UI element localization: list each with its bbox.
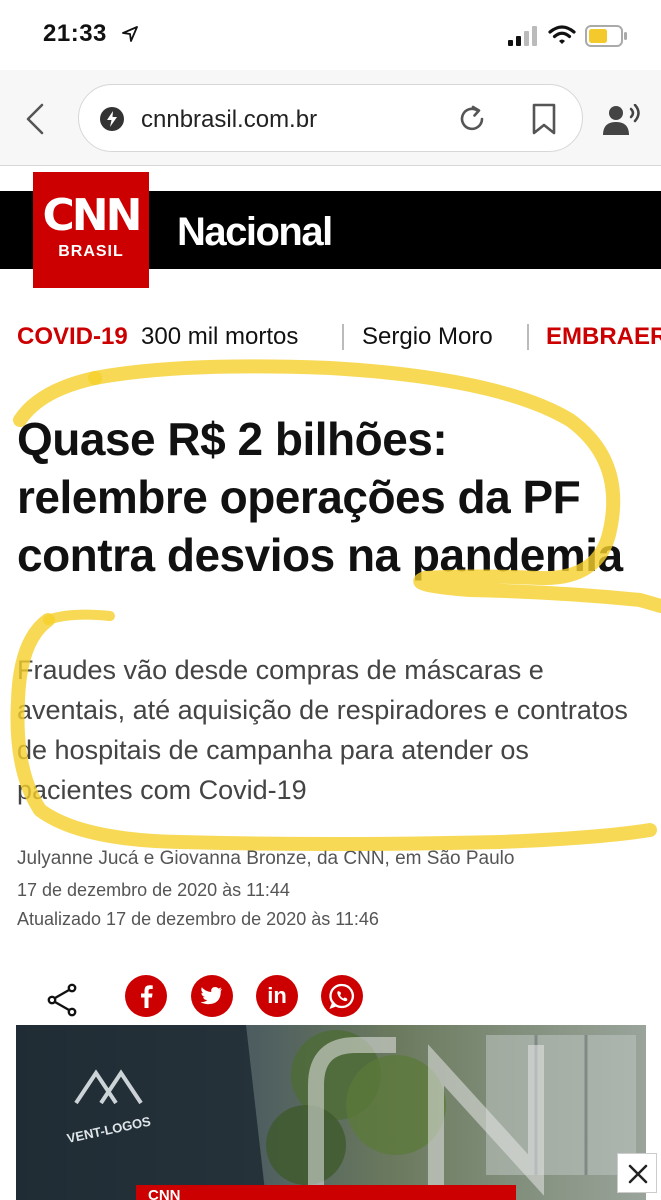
topic-covid[interactable]: COVID-19 [17, 323, 128, 351]
article-headline: Quase R$ 2 bilhões: relembre operações d… [17, 413, 623, 581]
twitter-icon[interactable] [191, 975, 233, 1017]
topic-embraer[interactable]: EMBRAER [546, 323, 661, 351]
logo-subtext: BRASIL [58, 243, 124, 260]
battery-icon [585, 25, 627, 47]
published-date: 17 de dezembro de 2020 às 11:44 [17, 880, 290, 900]
url-text: cnnbrasil.com.br [141, 106, 318, 133]
article-image[interactable]: VENT-LOGOS CNN [16, 1025, 646, 1200]
wifi-icon [548, 25, 576, 44]
article-byline: Julyanne Jucá e Giovanna Bronze, da CNN,… [17, 848, 515, 869]
article-photo: VENT-LOGOS CNN [16, 1025, 646, 1200]
signal-icon [508, 26, 537, 46]
facebook-glyph [141, 985, 153, 1008]
close-ad-button[interactable] [617, 1153, 657, 1193]
topic-divider [527, 324, 529, 350]
close-icon [628, 1164, 648, 1184]
status-bar: 21:33 [0, 0, 661, 70]
facebook-icon[interactable] [125, 975, 167, 1017]
article-subtitle: Fraudes vão desde compras de máscaras e … [17, 655, 628, 805]
back-icon[interactable] [22, 102, 50, 136]
voice-icon[interactable] [602, 104, 642, 136]
topic-nav: COVID-19 300 mil mortos Sergio Moro EMBR… [0, 318, 661, 358]
logo-text: CNN [42, 190, 143, 241]
status-time: 21:33 [43, 20, 107, 47]
browser-toolbar: cnnbrasil.com.br [0, 70, 661, 166]
banner-text: CNN [148, 1187, 181, 1200]
bookmark-icon[interactable] [531, 103, 557, 135]
topic-moro[interactable]: Sergio Moro [362, 323, 493, 351]
updated-date: Atualizado 17 de dezembro de 2020 às 11:… [17, 909, 379, 929]
whatsapp-icon[interactable] [321, 975, 363, 1017]
whatsapp-glyph [329, 983, 354, 1009]
location-arrow-icon [122, 26, 138, 42]
address-bar[interactable]: cnnbrasil.com.br [78, 84, 583, 152]
section-title[interactable]: Nacional [177, 210, 333, 255]
linkedin-glyph: in [267, 983, 287, 1008]
linkedin-icon[interactable]: in [256, 975, 298, 1017]
twitter-glyph [200, 987, 222, 1005]
site-icon [100, 107, 124, 131]
share-icon[interactable] [44, 982, 80, 1018]
topic-mortos[interactable]: 300 mil mortos [141, 323, 298, 351]
topic-divider [342, 324, 344, 350]
reload-icon[interactable] [457, 104, 487, 134]
cnn-brasil-logo[interactable]: CNN BRASIL [33, 172, 149, 288]
